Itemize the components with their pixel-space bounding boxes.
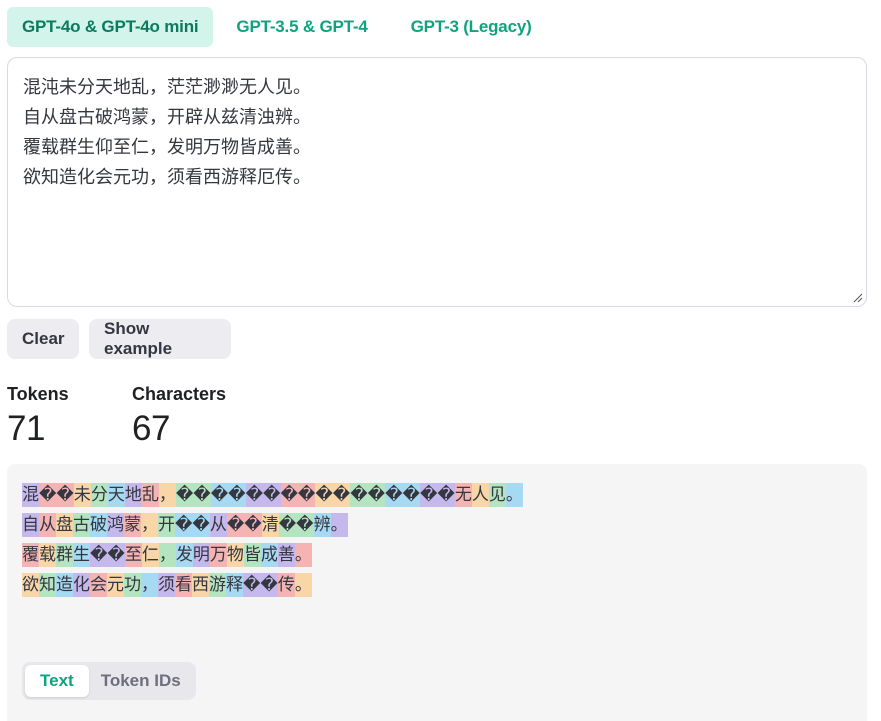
token-span: 。 bbox=[294, 573, 312, 597]
token-span: 须 bbox=[158, 573, 175, 597]
token-span: 清 bbox=[261, 513, 279, 537]
token-span: 游 bbox=[209, 573, 226, 597]
input-line: 覆载群生仰至仁，发明万物皆成善。 bbox=[23, 137, 311, 158]
characters-stat: Characters 67 bbox=[132, 384, 226, 449]
token-span: �� bbox=[39, 483, 74, 507]
show-example-button[interactable]: Show example bbox=[89, 319, 231, 359]
token-span: 天 bbox=[107, 483, 125, 507]
input-line: 混沌未分天地乱，茫茫渺渺无人见。 bbox=[23, 77, 311, 98]
tokens-label: Tokens bbox=[7, 384, 69, 404]
token-line: 覆载群生��至仁，发明万物皆成善。 bbox=[22, 540, 852, 570]
resize-handle-icon[interactable] bbox=[853, 293, 863, 303]
token-span: 古 bbox=[73, 513, 90, 537]
text-view-button[interactable]: Text bbox=[25, 665, 89, 697]
token-span: �� bbox=[420, 483, 455, 507]
tab-gpt35-gpt4[interactable]: GPT-3.5 & GPT-4 bbox=[216, 7, 387, 47]
token-span: 释 bbox=[226, 573, 243, 597]
view-toggle: Text Token IDs bbox=[22, 662, 196, 700]
token-span: �� bbox=[278, 513, 314, 537]
token-span: 地 bbox=[124, 483, 142, 507]
token-span: 知 bbox=[39, 573, 56, 597]
token-span: 鸿 bbox=[107, 513, 124, 537]
token-span: 自 bbox=[22, 513, 39, 537]
token-span: 人 bbox=[471, 483, 489, 507]
token-span: 辨 bbox=[313, 513, 331, 537]
token-span: 蒙 bbox=[124, 513, 141, 537]
tab-gpt3-legacy[interactable]: GPT-3 (Legacy) bbox=[391, 7, 552, 47]
token-span: 传 bbox=[277, 573, 295, 597]
token-span: 混 bbox=[22, 483, 39, 507]
tokens-count: 71 bbox=[7, 409, 45, 448]
input-line: 自从盘古破鸿蒙，开辟从兹清浊辨。 bbox=[23, 107, 311, 128]
token-span: 。 bbox=[330, 513, 348, 537]
model-tabs: GPT-4o & GPT-4o mini GPT-3.5 & GPT-4 GPT… bbox=[7, 7, 555, 47]
token-line: 欲知造化会元功，须看西游释��传。 bbox=[22, 570, 852, 600]
token-span: 发 bbox=[175, 543, 193, 567]
token-span: 物 bbox=[226, 543, 244, 567]
token-span: �� bbox=[175, 513, 210, 537]
token-span: 覆 bbox=[22, 543, 39, 567]
characters-count: 67 bbox=[132, 409, 170, 448]
token-span: �� bbox=[245, 483, 281, 507]
token-span: �� bbox=[243, 573, 278, 597]
token-span: 分 bbox=[90, 483, 108, 507]
token-span: 成 bbox=[260, 543, 278, 567]
token-span: 盘 bbox=[56, 513, 73, 537]
token-span: 乱 bbox=[141, 483, 159, 507]
input-line: 欲知造化会元功，须看西游释厄传。 bbox=[23, 167, 311, 188]
token-span: 从 bbox=[39, 513, 56, 537]
token-span: ， bbox=[141, 513, 158, 537]
token-span: 未 bbox=[73, 483, 91, 507]
token-span: 善 bbox=[277, 543, 295, 567]
token-span: 开 bbox=[158, 513, 175, 537]
token-span: ， bbox=[158, 483, 176, 507]
tokenized-output: 混��未分天地乱，����������������无人见。 自从盘古破鸿蒙，开��… bbox=[7, 464, 867, 721]
token-span: 会 bbox=[90, 573, 107, 597]
token-span: �� bbox=[385, 483, 420, 507]
tab-gpt4o[interactable]: GPT-4o & GPT-4o mini bbox=[7, 7, 214, 47]
token-span: �� bbox=[350, 483, 386, 507]
token-span: 仁 bbox=[141, 543, 159, 567]
token-span: 欲 bbox=[22, 573, 39, 597]
token-span: 皆 bbox=[243, 543, 261, 567]
token-span: 化 bbox=[73, 573, 90, 597]
characters-label: Characters bbox=[132, 384, 227, 404]
token-span: 功 bbox=[124, 573, 141, 597]
token-span: 元 bbox=[107, 573, 124, 597]
token-span: 万 bbox=[209, 543, 227, 567]
token-span: �� bbox=[90, 543, 125, 567]
token-span: �� bbox=[315, 483, 351, 507]
token-span: 无 bbox=[454, 483, 472, 507]
tokens-stat: Tokens 71 bbox=[7, 384, 69, 449]
clear-button[interactable]: Clear bbox=[7, 319, 79, 359]
token-ids-view-button[interactable]: Token IDs bbox=[89, 665, 193, 697]
token-span: 从 bbox=[209, 513, 227, 537]
token-span: �� bbox=[175, 483, 211, 507]
token-span: 西 bbox=[192, 573, 209, 597]
token-span: 破 bbox=[90, 513, 107, 537]
token-span: �� bbox=[226, 513, 262, 537]
text-input-area[interactable]: 混沌未分天地乱，茫茫渺渺无人见。 自从盘古破鸿蒙，开辟从兹清浊辨。 覆载群生仰至… bbox=[7, 57, 867, 307]
token-line: 自从盘古破鸿蒙，开��从��清��辨。 bbox=[22, 510, 852, 540]
token-span: 至 bbox=[124, 543, 142, 567]
token-span: 造 bbox=[56, 573, 73, 597]
token-span: 。 bbox=[294, 543, 312, 567]
token-span: 见 bbox=[488, 483, 506, 507]
token-span: ， bbox=[141, 573, 158, 597]
token-span: 看 bbox=[175, 573, 192, 597]
token-span: 群 bbox=[56, 543, 73, 567]
token-span: 。 bbox=[505, 483, 523, 507]
token-span: 明 bbox=[192, 543, 210, 567]
token-span: �� bbox=[210, 483, 246, 507]
token-span: �� bbox=[280, 483, 316, 507]
token-line: 混��未分天地乱，����������������无人见。 bbox=[22, 480, 852, 510]
token-span: 生 bbox=[73, 543, 90, 567]
token-span: 载 bbox=[39, 543, 56, 567]
token-lines: 混��未分天地乱，����������������无人见。 自从盘古破鸿蒙，开��… bbox=[22, 480, 852, 600]
token-span: ， bbox=[158, 543, 176, 567]
